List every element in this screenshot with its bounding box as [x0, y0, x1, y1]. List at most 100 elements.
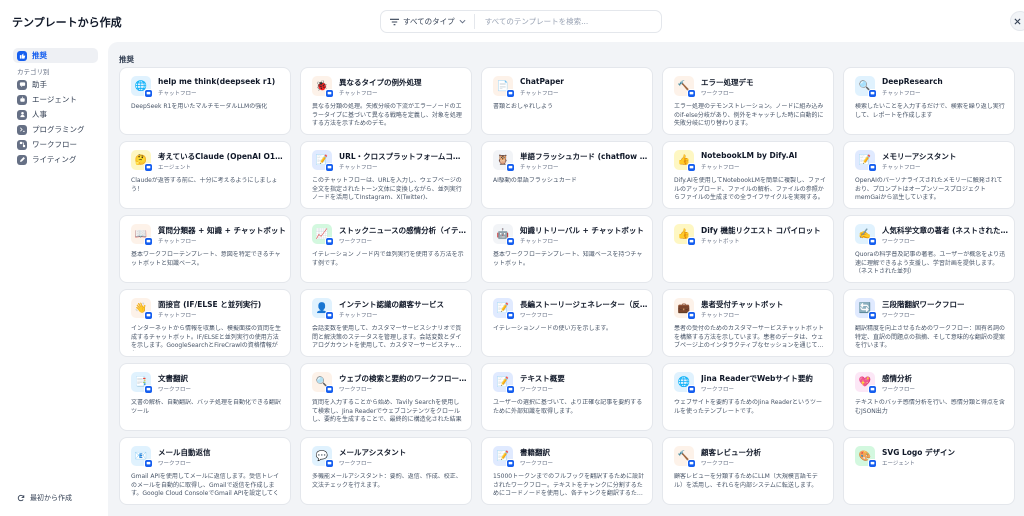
template-card[interactable]: 📝 メモリーアシスタント チャットフロー OpenAIのパーソナライズされたメモリーに…	[843, 141, 1015, 209]
template-card[interactable]: 💬 メールアシスタント ワークフロー 多機能メールアシスタント：要約、返信、作成、校正…	[300, 437, 472, 505]
template-title: テキスト概要	[520, 374, 565, 383]
template-card[interactable]: 👤 インテント認識の顧客サービス チャットフロー 会話変数を使用して、カスタマーサービ…	[300, 289, 472, 357]
template-card[interactable]: 👍 Dify 機能リクエスト コパイロット チャットボット	[662, 215, 834, 283]
template-title: 考えているClaude (OpenAI O1代替品)	[158, 152, 286, 161]
template-type-icon	[506, 385, 515, 394]
create-from-blank-link[interactable]: 最初から作成	[17, 493, 72, 503]
template-card[interactable]: 🐞 異なるタイプの例外処理 チャットフロー 異なる分類の処理。失敗分岐の下流がエラーノ…	[300, 67, 472, 135]
template-type: ワークフロー	[158, 461, 192, 467]
template-description: OpenAIのパーソナライズされたメモリーに触発されており、プロンプトはオープン…	[855, 177, 1003, 201]
pencil-icon	[17, 154, 27, 165]
template-title: 人気科学文章の著者 (ネストされた並列)	[882, 226, 1010, 235]
template-card[interactable]: 💖 感情分析 ワークフロー テキストのバッチ感情分析を行い、感情分類と得点を含むJSO…	[843, 363, 1015, 431]
template-card[interactable]: 💼 患者受付チャットボット チャットフロー 患者の受付のためのカスタマーサービスチャッ…	[662, 289, 834, 357]
template-card[interactable]: 🔄 三段階翻訳ワークフロー ワークフロー 翻訳精度を向上させるためのワークフロー：固有…	[843, 289, 1015, 357]
template-type-icon	[868, 163, 877, 172]
template-type-icon	[506, 459, 515, 468]
filter-icon	[390, 18, 399, 25]
template-type: チャットフロー	[158, 239, 197, 245]
template-type: ワークフロー	[701, 387, 735, 393]
template-card[interactable]: 🤔考えているClaude (OpenAI O1代替品)エージェントClaudeが…	[119, 141, 291, 209]
template-card[interactable]: 📝 書籍翻訳 ワークフロー 15000トークンまでのフルブックを翻訳するために設計され…	[481, 437, 653, 505]
template-type: チャットフロー	[520, 165, 559, 171]
template-card[interactable]: 🔨 顧客レビュー分析 ワークフロー 顧客レビューを分類するためにLLM（大規模言語モデ…	[662, 437, 834, 505]
template-title: 患者受付チャットボット	[701, 300, 784, 309]
template-card[interactable]: 🦉 単語フラッシュカード (chatflow ver.) チャットフロー AI駆動の単…	[481, 141, 653, 209]
template-card[interactable]: 📑 文書翻訳 ワークフロー 文書の解析、自動翻訳、バッチ処理を自動化できる翻訳ツール	[119, 363, 291, 431]
template-card[interactable]: 📄 ChatPaper チャットフロー 書類とおしゃれしよう	[481, 67, 653, 135]
template-type: ワークフロー	[520, 387, 554, 393]
template-card[interactable]: 👍 NotebookLM by Dify.AI チャットフロー Dify.AIを使用し…	[662, 141, 834, 209]
sidebar-item-programming[interactable]: プログラミング	[13, 122, 98, 137]
sidebar-item-hr[interactable]: 人事	[13, 107, 98, 122]
template-card[interactable]: 📝 長編ストーリージェネレーター（反復） ワークフロー イテレーションノードの使い方を…	[481, 289, 653, 357]
template-title: エラー処理デモ	[701, 78, 754, 87]
template-type: ワークフロー	[701, 461, 735, 467]
template-type: チャットフロー	[701, 313, 740, 319]
template-type-icon	[144, 385, 153, 394]
template-type-icon	[868, 89, 877, 98]
template-type: エージェント	[882, 461, 915, 467]
template-card[interactable]: 📝URL・クロスプラットフォームコピーライ…チャットフローこのチャットフローは、…	[300, 141, 472, 209]
template-description: ウェブサイトを要約するためのJina Readerというツールを使ったテンプレー…	[674, 399, 823, 415]
sidebar-item-label: 助手	[32, 80, 47, 89]
template-description: 書類とおしゃれしよう	[493, 103, 554, 110]
search-input[interactable]	[474, 17, 655, 26]
chat-icon	[17, 79, 27, 90]
category-heading: カテゴリ別	[17, 68, 50, 76]
sidebar-item-workflow[interactable]: ワークフロー	[13, 137, 98, 152]
sidebar-item-label: 推奨	[32, 51, 47, 60]
template-card[interactable]: 🌐 Jina ReaderでWebサイト要約 ワークフロー ウェブサイトを要約するため…	[662, 363, 834, 431]
template-description: Claudeが返答する前に、十分に考えるようにしましょう！	[131, 177, 278, 193]
robot-icon	[17, 94, 27, 105]
template-card[interactable]: 👋 面接官 (IF/ELSE と並列実行) チャットフロー インターネットから情報を収…	[119, 289, 291, 357]
template-description: Gmail APIを使用してメールに返信します。受信トレイのメールを自動的に取得…	[131, 473, 280, 499]
template-type-icon	[687, 163, 696, 172]
template-type-icon	[325, 237, 334, 246]
template-description: インターネットから情報を収集し、模擬面接の質問を生成するチャットボット。IF/E…	[131, 325, 282, 351]
terminal-icon	[17, 124, 27, 135]
workflow-icon	[17, 139, 27, 150]
template-card[interactable]: 🔍 ウェブの検索と要約のワークフローパ… ワークフロー 質問を入力することから始め、T…	[300, 363, 472, 431]
template-type-icon	[506, 163, 515, 172]
template-title: 長編ストーリージェネレーター（反復）	[520, 300, 648, 309]
template-type: チャットフロー	[701, 165, 740, 171]
template-card[interactable]: 🎨 SVG Logo デザイン エージェント	[843, 437, 1015, 505]
template-type: チャットフロー	[520, 239, 559, 245]
template-card[interactable]: ✍️ 人気科学文章の著者 (ネストされた並列) ワークフロー Quoraの科学普及記事…	[843, 215, 1015, 283]
template-description: 異なる分類の処理。失敗分岐の下流がエラーノードのエラータイプに基づいて異なる戦略…	[312, 103, 462, 127]
template-type: ワークフロー	[520, 313, 554, 319]
template-card[interactable]: 📖 質問分類器 + 知識 + チャットボット チャットフロー 基本ワークフローテンプレ…	[119, 215, 291, 283]
close-icon	[1013, 17, 1021, 25]
template-description: 基本ワークフローテンプレート、知識ベースを持つチャットボット。	[493, 251, 643, 267]
sidebar-item-agent[interactable]: エージェント	[13, 92, 98, 107]
template-type-icon	[687, 89, 696, 98]
template-card[interactable]: 📧 メール自動返信 ワークフロー Gmail APIを使用してメールに返信します。受信…	[119, 437, 291, 505]
sidebar-item-writing[interactable]: ライティング	[13, 152, 98, 167]
template-type-icon	[325, 163, 334, 172]
template-type-icon	[687, 311, 696, 320]
create-from-blank-label: 最初から作成	[30, 494, 72, 502]
sidebar-item-label: ワークフロー	[32, 140, 77, 149]
type-filter-dropdown[interactable]: すべてのタイプ	[381, 14, 475, 29]
template-type-icon	[687, 459, 696, 468]
template-card[interactable]: 🔍 DeepResearch チャットフロー 検索したいことを入力するだけで、検索を繰…	[843, 67, 1015, 135]
template-card[interactable]: 🌐 help me think(deepseek r1) チャットフロー DeepSe…	[119, 67, 291, 135]
template-card[interactable]: 📈 ストックニュースの感情分析（イテレ… ワークフロー イテレーション ノード内で並列…	[300, 215, 472, 283]
sidebar-item-recommended[interactable]: 推奨	[13, 48, 98, 63]
sidebar-item-assistant[interactable]: 助手	[13, 77, 98, 92]
template-type-icon	[506, 89, 515, 98]
template-type: チャットフロー	[339, 313, 378, 319]
template-card[interactable]: 🤖 知識リトリーバル + チャットボット チャットフロー 基本ワークフローテンプレート…	[481, 215, 653, 283]
template-type-icon	[325, 89, 334, 98]
template-type: ワークフロー	[339, 461, 373, 467]
template-type: ワークフロー	[339, 387, 373, 393]
template-type: ワークフロー	[882, 313, 916, 319]
template-description: Quoraの科学普及記事の著者。ユーザーが概念をより迅速に理解できるよう支援し、…	[855, 251, 1006, 275]
close-button[interactable]	[1010, 11, 1024, 31]
template-card[interactable]: 🔨 エラー処理デモ ワークフロー エラー処理のデモンストレーション。ノードに組み込みの…	[662, 67, 834, 135]
template-type: ワークフロー	[158, 387, 192, 393]
template-type: ワークフロー	[520, 461, 554, 467]
template-card[interactable]: 📝 テキスト概要 ワークフロー ユーザーの選択に基づいて、より正確な記事を要約するため…	[481, 363, 653, 431]
template-title: 文書翻訳	[158, 374, 188, 383]
